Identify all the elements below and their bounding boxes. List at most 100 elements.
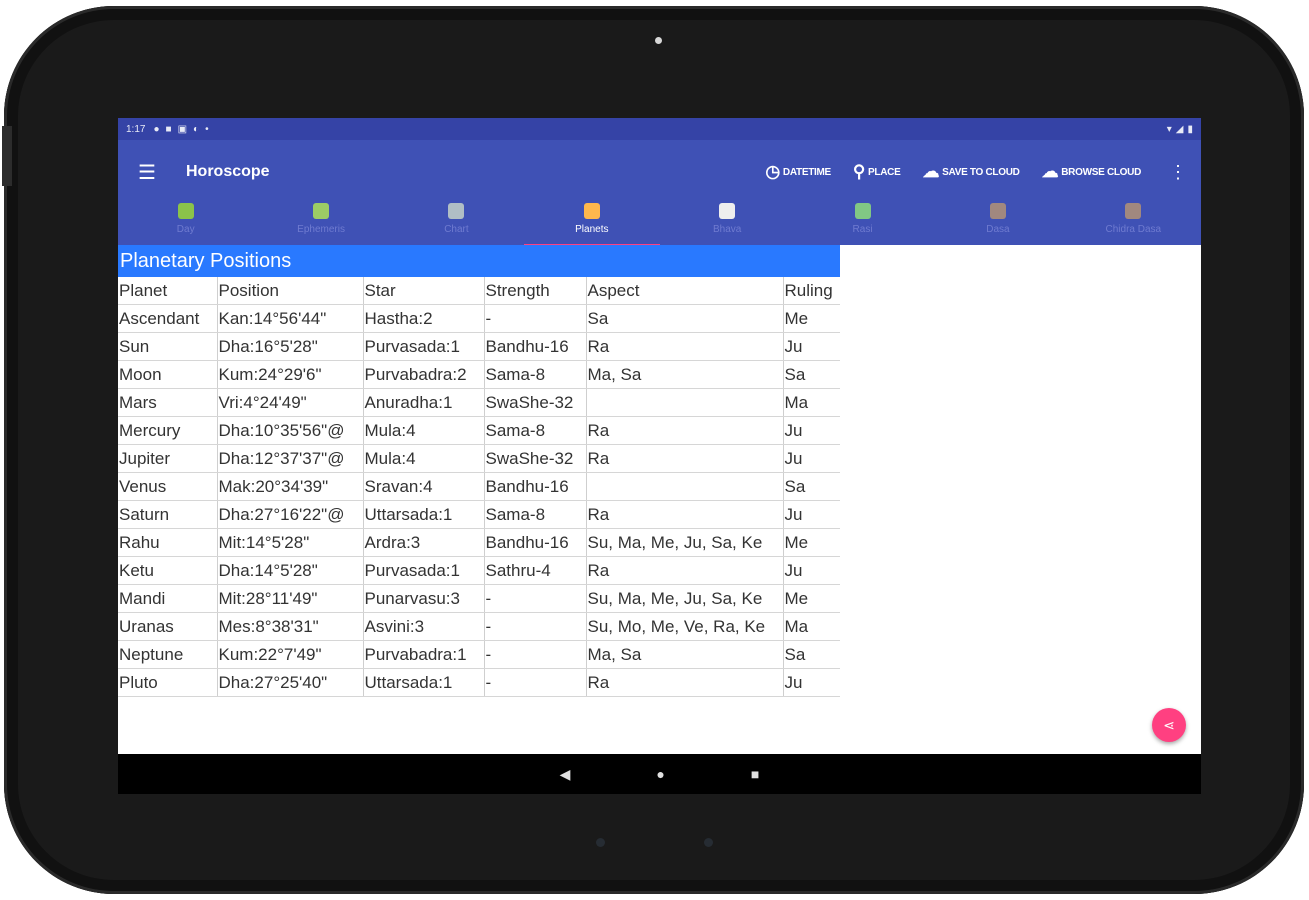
table-cell: Su, Ma, Me, Ju, Sa, Ke	[586, 584, 784, 613]
tab-label: Dasa	[986, 223, 1010, 235]
tab-bhava[interactable]: Bhava	[660, 192, 795, 245]
place-label: PLACE	[868, 166, 901, 178]
table-cell: Pluto	[118, 668, 218, 697]
back-icon[interactable]: ◀	[560, 766, 571, 783]
tab-ephemeris[interactable]: Ephemeris	[253, 192, 388, 245]
table-row: Mercury Dha:10°35'56"@ Mula:4 Sama-8 Ra Ju	[118, 416, 840, 445]
table-cell: Mit:14°5'28"	[217, 528, 364, 557]
table-row: Uranas Mes:8°38'31" Asvini:3- Su, Mo, Me, V…	[118, 612, 840, 641]
speaker-dot	[704, 838, 713, 847]
table-cell: Bandhu-16	[484, 528, 587, 557]
table-row: Ascendant Kan:14°56'44" Hastha:2- Sa Me	[118, 304, 840, 333]
signal-icon: ◢	[1175, 123, 1184, 135]
content-area: Planetary Positions Planet Position Star…	[118, 245, 1201, 697]
table-cell: Kan:14°56'44"	[217, 304, 364, 333]
cloud-upload-icon: ☁	[922, 162, 940, 181]
chart-icon	[448, 202, 465, 219]
front-camera	[655, 37, 662, 44]
table-cell: Ardra:3	[363, 528, 485, 557]
table-cell: Uttarsada:1	[363, 668, 485, 697]
tablet-side-button	[2, 126, 12, 186]
place-button[interactable]: ⚲ PLACE	[853, 162, 901, 182]
overflow-menu-icon[interactable]: ⋮	[1169, 162, 1187, 183]
status-right: ▾ ◢ ▮	[1167, 124, 1193, 135]
table-cell: Ju	[783, 416, 840, 445]
browse-cloud-label: BROWSE CLOUD	[1061, 166, 1141, 178]
table-cell: Punarvasu:3	[363, 584, 485, 613]
tab-label: Bhava	[713, 223, 742, 235]
table-cell: Mercury	[118, 416, 218, 445]
app-bar-actions: ◷ DATETIME ⚲ PLACE ☁ SAVE TO CLOUD ☁ BRO…	[765, 162, 1187, 183]
calendar-icon	[177, 202, 194, 219]
table-cell: Sa	[586, 304, 784, 333]
table-cell	[586, 472, 784, 501]
table-cell: Sa	[783, 472, 840, 501]
tab-dasa[interactable]: Dasa	[930, 192, 1065, 245]
home-icon[interactable]: ●	[656, 766, 664, 782]
table-cell: Dha:12°37'37"@	[217, 444, 364, 473]
tab-chidra-dasa[interactable]: Chidra Dasa	[1066, 192, 1201, 245]
table-cell: Sama-8	[484, 416, 587, 445]
table-cell: Ma, Sa	[586, 360, 784, 389]
table-cell: Purvabadra:1	[363, 640, 485, 669]
datetime-label: DATETIME	[782, 166, 831, 178]
browse-cloud-button[interactable]: ☁ BROWSE CLOUD	[1042, 162, 1142, 182]
table-cell: Ju	[783, 668, 840, 697]
table-cell: SwaShe-32	[484, 388, 587, 417]
table-row: Sun Dha:16°5'28" Purvasada:1 Bandhu-16 Ra Ju	[118, 332, 840, 361]
table-cell: Ra	[586, 556, 784, 585]
table-cell: Dha:16°5'28"	[217, 332, 364, 361]
table-cell: Sama-8	[484, 500, 587, 529]
planetary-positions-table: Planet Position Star Strength Aspect Rul…	[118, 277, 840, 697]
table-row: Pluto Dha:27°25'40" Uttarsada:1- Ra Ju	[118, 668, 840, 697]
table-cell: Dha:14°5'28"	[217, 556, 364, 585]
share-icon: ⋖	[1163, 716, 1175, 733]
header-strength: Strength	[484, 277, 587, 305]
rasi-icon	[854, 202, 871, 219]
save-to-cloud-button[interactable]: ☁ SAVE TO CLOUD	[922, 162, 1019, 182]
tab-chart[interactable]: Chart	[389, 192, 524, 245]
table-cell: Asvini:3	[363, 612, 485, 641]
table-cell: Ju	[783, 556, 840, 585]
table-cell: Hastha:2	[363, 304, 485, 333]
table-row: Mars Vri:4°24'49" Anuradha:1 SwaShe-32 Ma	[118, 388, 840, 417]
table-cell: Anuradha:1	[363, 388, 485, 417]
datetime-button[interactable]: ◷ DATETIME	[765, 162, 831, 182]
table-cell: Dha:10°35'56"@	[217, 416, 364, 445]
tab-planets[interactable]: Planets	[524, 192, 660, 247]
screen: 1:17 ● ■ ▣ ◐ • ▾ ◢ ▮ ☰ Horoscope ◷ DATET…	[118, 118, 1201, 794]
table-cell: Sravan:4	[363, 472, 485, 501]
table-row: Mandi Mit:28°11'49" Punarvasu:3- Su, Ma, Me…	[118, 584, 840, 613]
table-cell: Mula:4	[363, 444, 485, 473]
tablet-frame: 1:17 ● ■ ▣ ◐ • ▾ ◢ ▮ ☰ Horoscope ◷ DATET…	[2, 6, 1304, 894]
table-cell: -	[484, 584, 587, 613]
table-cell: Dha:27°25'40"	[217, 668, 364, 697]
header-planet: Planet	[118, 277, 218, 305]
tab-day[interactable]: Day	[118, 192, 253, 245]
header-position: Position	[217, 277, 364, 305]
table-cell: Ra	[586, 668, 784, 697]
tab-bar: Day Ephemeris Chart Planets Bhava Rasi D…	[118, 192, 1201, 247]
table-cell: Su, Mo, Me, Ve, Ra, Ke	[586, 612, 784, 641]
table-cell: Mak:20°34'39"	[217, 472, 364, 501]
table-row: Ketu Dha:14°5'28" Purvasada:1 Sathru-4 Ra Ju	[118, 556, 840, 585]
status-time: 1:17	[126, 123, 146, 135]
table-cell: Ketu	[118, 556, 218, 585]
header-ruling: Ruling	[783, 277, 840, 305]
system-nav-bar: ◀ ● ■	[118, 754, 1201, 794]
table-cell: Bandhu-16	[484, 332, 587, 361]
table-cell: Ma	[783, 388, 840, 417]
tab-rasi[interactable]: Rasi	[795, 192, 930, 245]
table-cell: Mars	[118, 388, 218, 417]
table-cell: Purvasada:1	[363, 332, 485, 361]
table-cell: -	[484, 640, 587, 669]
header-star: Star	[363, 277, 485, 305]
table-cell: Purvasada:1	[363, 556, 485, 585]
recents-icon[interactable]: ■	[751, 766, 759, 782]
share-fab[interactable]: ⋖	[1152, 708, 1186, 742]
table-row: Jupiter Dha:12°37'37"@ Mula:4 SwaShe-32 Ra Ju	[118, 444, 840, 473]
table-cell: Mula:4	[363, 416, 485, 445]
hamburger-menu-icon[interactable]: ☰	[138, 160, 174, 185]
table-cell: Purvabadra:2	[363, 360, 485, 389]
table-cell: Ju	[783, 500, 840, 529]
